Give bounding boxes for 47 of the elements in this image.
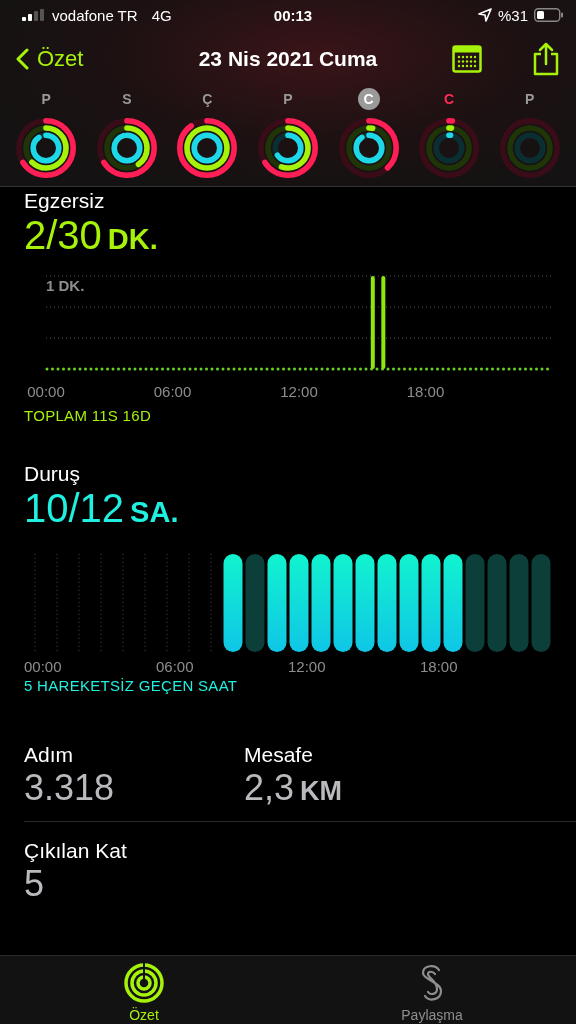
carrier-name: vodafone TR <box>52 6 138 24</box>
stat-label: Mesafe <box>244 742 314 768</box>
clock-time: 00:13 <box>273 6 313 24</box>
stat-label: Adım <box>24 742 74 768</box>
share-icon[interactable] <box>532 42 560 76</box>
back-button[interactable]: Özet <box>16 46 84 72</box>
stat-value: 5 <box>24 864 46 904</box>
goal-value: 2/30 DK. <box>24 213 159 259</box>
axis-label: 18:00 <box>420 658 459 675</box>
activity-rings-icon[interactable] <box>14 116 79 180</box>
section-title: Egzersiz <box>24 189 106 213</box>
axis-label: 12:00 <box>288 658 327 675</box>
battery-percent: %31 <box>498 6 528 24</box>
activity-rings-icon[interactable] <box>94 116 159 180</box>
signal-icon <box>22 9 46 21</box>
day-letter[interactable]: C <box>438 88 461 110</box>
tab-item[interactable]: Paylaşma <box>288 956 576 1024</box>
axis-label: 12:00 <box>280 383 318 400</box>
summary-text: TOPLAM 11S 16D <box>24 407 153 424</box>
stat-value: 3.318 <box>24 768 116 808</box>
calendar-icon[interactable] <box>452 45 482 73</box>
activity-rings-icon[interactable] <box>336 116 401 180</box>
tab-item[interactable]: Özet <box>0 956 288 1024</box>
summary-text: 5 HAREKETSİZ GEÇEN SAAT <box>24 677 239 694</box>
day-letter[interactable]: P <box>276 88 299 110</box>
day-letter[interactable]: P <box>35 88 58 110</box>
activity-rings-icon[interactable] <box>175 116 240 180</box>
day-letter[interactable]: P <box>518 88 541 110</box>
axis-label: 18:00 <box>406 383 445 400</box>
day-letter[interactable]: S <box>115 88 138 110</box>
rings-icon <box>123 962 165 1004</box>
stat-value: 2,3 KM <box>244 768 344 810</box>
axis-label: 06:00 <box>153 383 192 400</box>
day-letter[interactable]: Ç <box>196 88 219 110</box>
axis-label: 00:00 <box>27 383 65 400</box>
axis-label: 06:00 <box>156 658 195 675</box>
section-title: Duruş <box>24 462 82 486</box>
axis-label: 00:00 <box>24 658 63 675</box>
battery-icon <box>534 8 564 22</box>
goal-value: 10/12 SA. <box>24 486 180 532</box>
date-title: 23 Nis 2021 Cuma <box>198 47 378 70</box>
stat-label: Çıkılan Kat <box>24 838 128 864</box>
scale-label: 1 DK. <box>46 277 85 294</box>
back-icon <box>16 48 29 70</box>
activity-rings-icon[interactable] <box>255 116 320 180</box>
network-type: 4G <box>151 6 172 24</box>
location-arrow-icon <box>478 8 492 22</box>
